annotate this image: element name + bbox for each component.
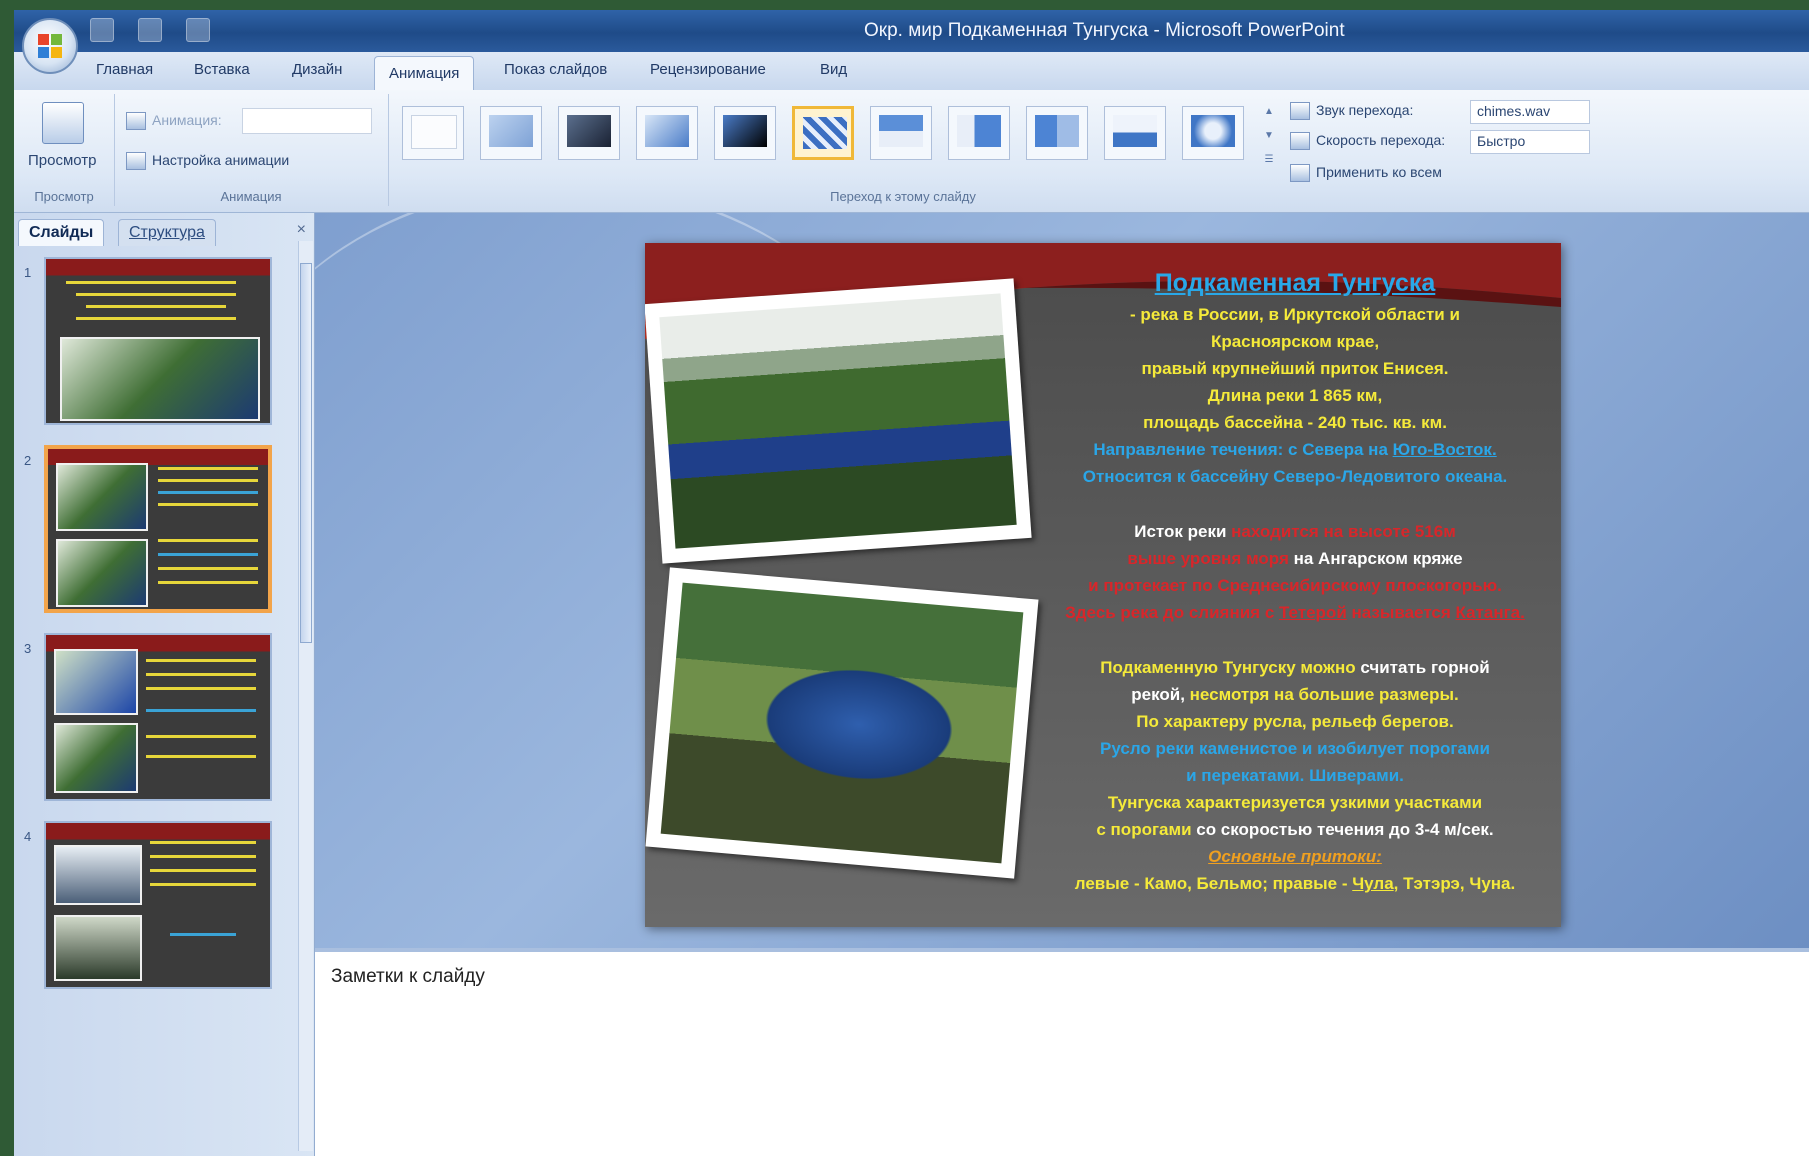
office-button[interactable]	[22, 18, 78, 74]
slide-title: Подкаменная Тунгуска	[1154, 269, 1436, 297]
speed-icon	[1290, 132, 1310, 151]
panel-close-icon[interactable]: ×	[297, 221, 306, 239]
tab-view[interactable]: Вид	[820, 61, 847, 78]
slide-line: с порогами со скоростью течения до 3-4 м…	[1096, 820, 1494, 839]
slide-number: 2	[24, 453, 32, 468]
tab-slide-show[interactable]: Показ слайдов	[504, 61, 607, 78]
slide-editing-area: Подкаменная Тунгуска - река в России, в …	[315, 213, 1809, 948]
slide-line: правый крупнейший приток Енисея.	[1141, 359, 1449, 378]
transition-wipe-left[interactable]	[948, 106, 1010, 160]
current-slide[interactable]: Подкаменная Тунгуска - река в России, в …	[645, 243, 1561, 927]
gallery-up-icon[interactable]: ▲	[1262, 106, 1276, 130]
slide-line: Красноярском крае,	[1210, 332, 1380, 351]
slide-line: По характеру русла, рельеф берегов.	[1136, 712, 1454, 731]
custom-animation-button[interactable]: Настройка анимации	[126, 152, 289, 171]
tab-insert[interactable]: Вставка	[194, 61, 250, 78]
transition-fade[interactable]	[480, 106, 542, 160]
tab-outline[interactable]: Структура	[118, 219, 216, 246]
transition-wipe-down[interactable]	[870, 106, 932, 160]
tab-review[interactable]: Рецензирование	[650, 61, 766, 78]
slide-thumbnail-1[interactable]	[44, 257, 272, 425]
transition-wipe-up[interactable]	[1104, 106, 1166, 160]
animation-icon	[126, 112, 146, 131]
transition-gallery	[396, 100, 1266, 184]
slide-line: Основные притоки:	[1208, 847, 1382, 866]
transition-cut-black[interactable]	[714, 106, 776, 160]
powerpoint-window: Окр. мир Подкаменная Тунгуска - Microsof…	[14, 10, 1809, 1156]
slide-line: и протекает по Среднесибирскому плоского…	[1088, 576, 1502, 595]
river-photo-1[interactable]	[645, 278, 1032, 564]
office-logo-icon	[38, 34, 62, 58]
gallery-scroll[interactable]: ▲ ▼ ☰	[1262, 106, 1276, 180]
transition-sound-label: Звук перехода:	[1290, 102, 1413, 121]
ribbon: Просмотр Просмотр Анимация: Настройка ан…	[14, 90, 1809, 213]
slide-number: 1	[24, 265, 32, 280]
ribbon-tabs: Главная Вставка Дизайн Анимация Показ сл…	[14, 52, 1809, 92]
apply-all-icon	[1290, 164, 1310, 183]
quick-access-toolbar	[90, 18, 210, 42]
notes-placeholder[interactable]: Заметки к слайду	[331, 966, 485, 988]
transition-none[interactable]	[402, 106, 464, 160]
slide-line: выше уровня моря на Ангарском кряже	[1127, 549, 1463, 568]
tab-design[interactable]: Дизайн	[292, 61, 342, 78]
transition-sound-select[interactable]: chimes.wav	[1470, 100, 1590, 124]
animation-combo[interactable]	[242, 108, 372, 134]
group-label-transition: Переход к этому слайду	[830, 189, 976, 204]
tab-home[interactable]: Главная	[96, 61, 153, 78]
slide-thumbnail-2[interactable]	[44, 445, 272, 613]
window-title: Окр. мир Подкаменная Тунгуска - Microsof…	[864, 20, 1345, 41]
transition-fade-black[interactable]	[558, 106, 620, 160]
slide-line: Направление течения: с Севера на Юго-Вос…	[1093, 440, 1497, 459]
save-icon[interactable]	[90, 18, 114, 42]
slide-line: Русло реки каменистое и изобилует порога…	[1100, 739, 1490, 758]
slide-line: рекой, несмотря на большие размеры.	[1131, 685, 1459, 704]
preview-icon[interactable]	[42, 102, 84, 144]
slide-line: и перекатами. Шиверами.	[1186, 766, 1404, 785]
slide-number: 4	[24, 829, 32, 844]
undo-icon[interactable]	[138, 18, 162, 42]
slide-line: Длина реки 1 865 км,	[1207, 386, 1383, 405]
apply-to-all-button[interactable]: Применить ко всем	[1290, 164, 1442, 183]
animation-dropdown-label: Анимация:	[126, 112, 222, 131]
slides-panel-scrollbar[interactable]	[298, 241, 313, 1151]
sound-icon	[1290, 102, 1310, 121]
transition-cut[interactable]	[636, 106, 698, 160]
scrollbar-thumb[interactable]	[300, 263, 312, 643]
custom-animation-icon	[126, 152, 146, 171]
transition-shape[interactable]	[1182, 106, 1244, 160]
customize-qat-icon[interactable]	[186, 18, 210, 42]
slide-line: площадь бассейна - 240 тыс. кв. км.	[1143, 413, 1447, 432]
group-transition: ▲ ▼ ☰ Звук перехода: chimes.wav Скорость…	[388, 94, 1798, 206]
river-photo-2[interactable]	[645, 567, 1039, 879]
notes-pane[interactable]: Заметки к слайду	[315, 948, 1809, 1156]
slide-thumbnail-3[interactable]	[44, 633, 272, 801]
slide-text-block[interactable]: Подкаменная Тунгуска - река в России, в …	[1040, 265, 1550, 897]
gallery-more-icon[interactable]: ☰	[1262, 154, 1276, 178]
transition-wipe-right[interactable]	[1026, 106, 1088, 160]
slide-line: Здесь река до слияния с Тетерой называет…	[1065, 603, 1525, 622]
slide-line: - река в России, в Иркутской области и	[1130, 305, 1460, 324]
preview-button[interactable]: Просмотр	[28, 152, 97, 169]
slides-panel: Слайды Структура × 1 2 3 4	[14, 213, 315, 1156]
transition-dissolve[interactable]	[792, 106, 854, 160]
transition-speed-select[interactable]: Быстро	[1470, 130, 1590, 154]
slide-line: Подкаменную Тунгуску можно считать горно…	[1100, 658, 1490, 677]
transition-speed-label: Скорость перехода:	[1290, 132, 1445, 151]
tab-animation[interactable]: Анимация	[374, 56, 475, 92]
gallery-down-icon[interactable]: ▼	[1262, 130, 1276, 154]
tab-slides[interactable]: Слайды	[18, 219, 105, 246]
slide-line: Тунгуска характеризуется узкими участкам…	[1107, 793, 1483, 812]
slide-line: Относится к бассейну Северо-Ледовитого о…	[1082, 467, 1508, 486]
title-bar: Окр. мир Подкаменная Тунгуска - Microsof…	[14, 10, 1809, 52]
slide-thumbnail-4[interactable]	[44, 821, 272, 989]
slide-number: 3	[24, 641, 32, 656]
slide-line: левые - Камо, Бельмо; правые - Чула, Тэт…	[1074, 874, 1516, 893]
slide-line: Исток реки находится на высоте 516м	[1134, 522, 1456, 541]
